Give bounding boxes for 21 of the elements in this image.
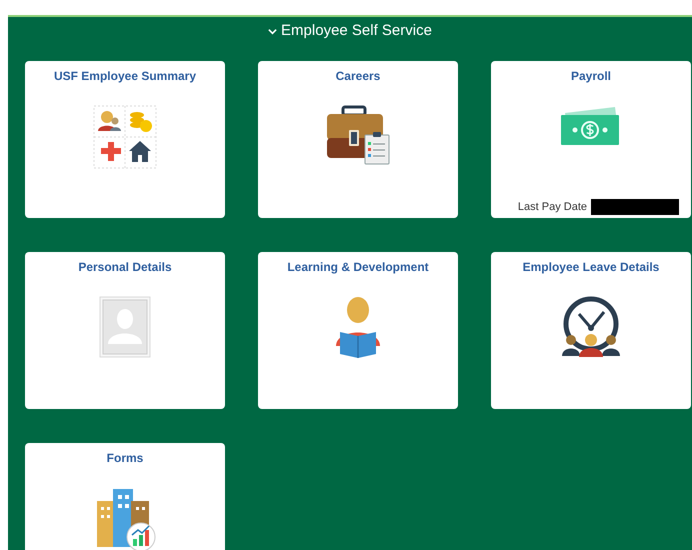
summary-icons-drawing bbox=[93, 105, 157, 169]
tile-title: Employee Leave Details bbox=[522, 259, 660, 276]
chevron-icon bbox=[268, 28, 278, 35]
tile[interactable]: Forms bbox=[25, 443, 225, 550]
tile[interactable]: Employee Leave Details bbox=[491, 252, 691, 409]
tile-title: Careers bbox=[336, 68, 380, 85]
section-toggle[interactable]: Employee Self Service bbox=[266, 20, 434, 42]
clock-with-people-icon bbox=[559, 296, 623, 358]
briefcase-icon bbox=[325, 105, 391, 165]
tile-title: Personal Details bbox=[78, 259, 172, 276]
tile-footer-label: Last Pay Date bbox=[518, 200, 587, 214]
tile-title: USF Employee Summary bbox=[54, 68, 196, 85]
tile[interactable]: Personal Details bbox=[25, 252, 225, 409]
tile[interactable]: Learning & Development bbox=[258, 252, 458, 409]
tile[interactable]: Payroll Last Pay Date bbox=[491, 61, 691, 218]
photo-placeholder bbox=[99, 296, 151, 358]
tile-title: Learning & Development bbox=[287, 259, 429, 276]
tile-title: Forms bbox=[106, 450, 144, 467]
tile[interactable]: Careers bbox=[258, 61, 458, 218]
tile-title: Payroll bbox=[570, 68, 612, 85]
tile[interactable]: USF Employee Summary bbox=[25, 61, 225, 218]
